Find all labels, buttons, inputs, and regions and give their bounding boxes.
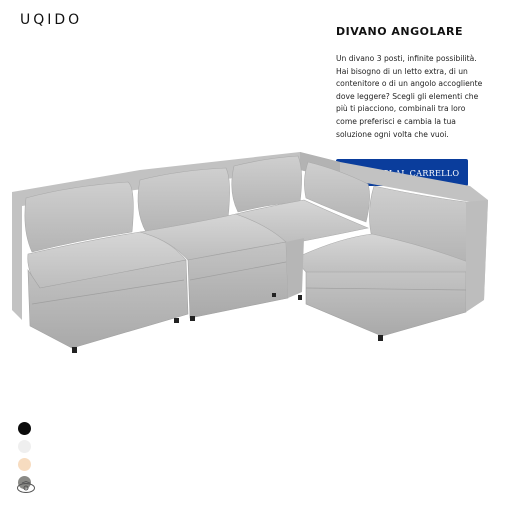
sofa-image bbox=[12, 152, 488, 353]
brand-logo: UQIDO bbox=[20, 12, 83, 28]
product-description: Un divano 3 posti, infinite possibilità.… bbox=[336, 54, 483, 139]
swatch-black[interactable] bbox=[18, 422, 31, 435]
swatch-beige[interactable] bbox=[18, 458, 31, 471]
swatch-white[interactable] bbox=[18, 440, 31, 453]
product-3d-viewer[interactable] bbox=[0, 140, 512, 380]
3d-view-icon[interactable] bbox=[16, 480, 36, 499]
product-title: DIVANO ANGOLARE bbox=[336, 25, 463, 38]
